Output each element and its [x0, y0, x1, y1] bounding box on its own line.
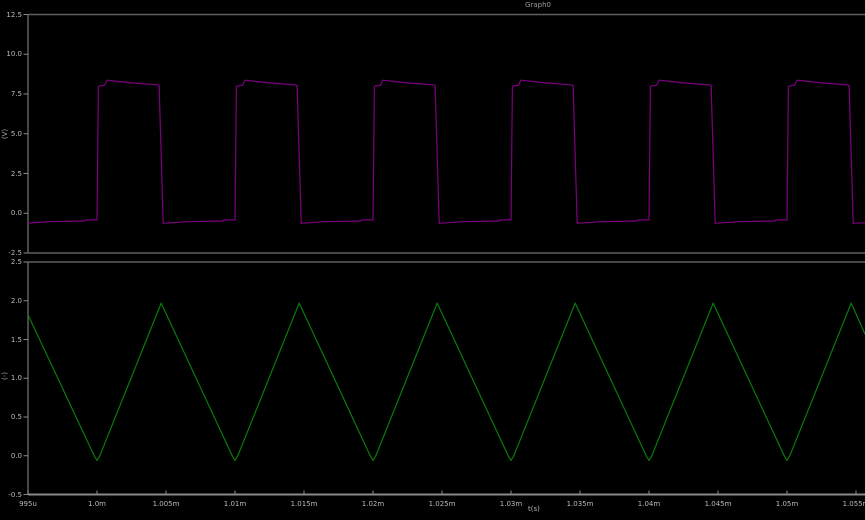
bottom-y-axis-unit-label: (-): [1, 366, 9, 386]
y-tick-label: 0.5: [0, 413, 22, 421]
y-tick-label: 0.0: [0, 209, 22, 217]
y-tick-label: 2.5: [0, 170, 22, 178]
y-tick-label: 10.0: [0, 50, 22, 58]
plot-canvas[interactable]: [0, 0, 865, 520]
y-tick-label: 0.0: [0, 452, 22, 460]
x-tick-label: 1.01m: [215, 500, 255, 508]
y-tick-label: 2.5: [0, 258, 22, 266]
y-tick-label: 12.5: [0, 11, 22, 19]
x-axis-unit-label: t(s): [528, 505, 540, 513]
graph-window: Graph0 12.510.07.55.02.50.0-2.52.52.01.5…: [0, 0, 865, 520]
x-tick-label: 1.015m: [284, 500, 324, 508]
y-tick-label: -0.5: [0, 491, 22, 499]
x-tick-label: 1.03m: [491, 500, 531, 508]
x-tick-label: 1.04m: [629, 500, 669, 508]
x-tick-label: 1.055m: [836, 500, 865, 508]
x-tick-label: 1.005m: [146, 500, 186, 508]
x-tick-label: 1.045m: [698, 500, 738, 508]
x-tick-label: 1.02m: [353, 500, 393, 508]
x-tick-label: 995u: [8, 500, 48, 508]
y-tick-label: 2.0: [0, 297, 22, 305]
top-y-axis-unit-label: (V): [1, 124, 9, 144]
x-tick-label: 1.05m: [767, 500, 807, 508]
x-tick-label: 1.035m: [560, 500, 600, 508]
y-tick-label: -2.5: [0, 249, 22, 257]
y-tick-label: 1.5: [0, 336, 22, 344]
x-tick-label: 1.025m: [422, 500, 462, 508]
x-tick-label: 1.0m: [77, 500, 117, 508]
y-tick-label: 7.5: [0, 90, 22, 98]
